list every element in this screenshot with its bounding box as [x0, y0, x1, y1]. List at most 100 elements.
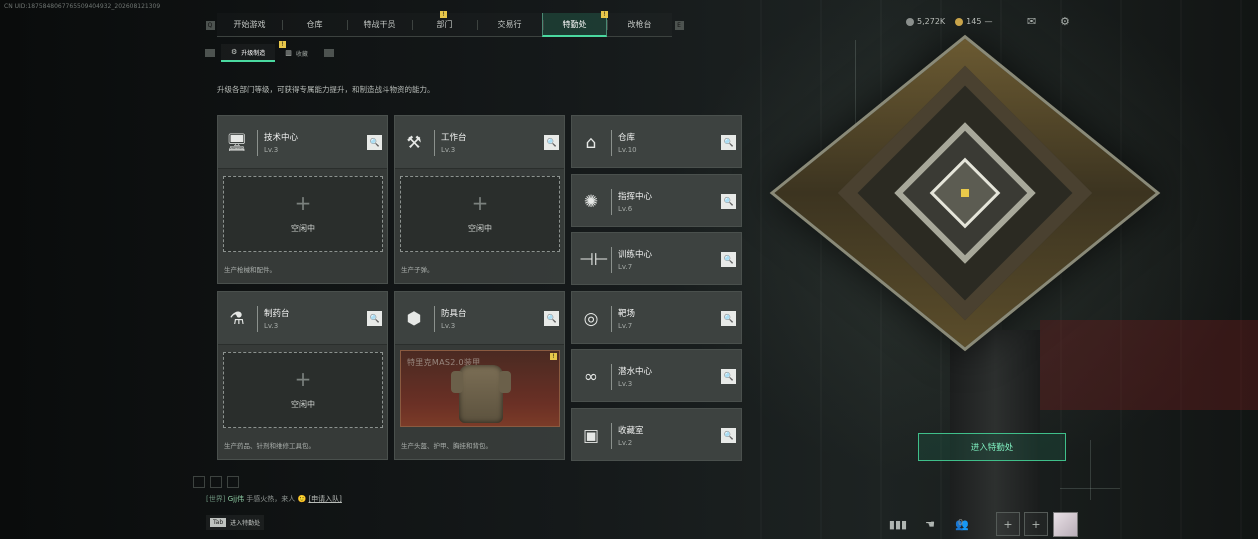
dept-level: Lv.3: [264, 322, 279, 330]
subnav-next-key[interactable]: [323, 49, 334, 57]
special-ops-cube[interactable]: [769, 28, 1161, 358]
dept-card-armor-bench[interactable]: ⬢ 防具台 Lv.3 🔍 特里克MAS2.0装甲 ! 生产头盔、护甲、胸挂和背包…: [394, 291, 565, 460]
nav-prev-key[interactable]: Q: [203, 13, 217, 37]
cube-light: [961, 189, 969, 197]
dept-name: 训练中心: [618, 250, 653, 260]
apply-join-link[interactable]: [申请入队]: [308, 495, 341, 503]
search-icon[interactable]: 🔍: [721, 194, 736, 209]
dept-name: 技术中心: [264, 133, 299, 143]
tab-hint[interactable]: Tab 进入特勤处: [206, 515, 265, 530]
dept-description: 生产头盔、护甲、胸挂和背包。: [401, 442, 492, 450]
search-icon[interactable]: 🔍: [721, 135, 736, 150]
plus-icon: +: [294, 191, 312, 215]
dept-name: 防具台: [441, 309, 467, 319]
tab-key-icon: Tab: [210, 518, 227, 527]
tab-warehouse[interactable]: 仓库: [282, 13, 347, 37]
add-teammate-button[interactable]: +: [1024, 512, 1048, 536]
hud-line: [1090, 440, 1091, 500]
dept-card-tech-center[interactable]: 🖥 技术中心 Lv.3 🔍 + 空闲中 生产枪械和配件。: [217, 115, 388, 284]
dept-card-target-range[interactable]: ◎ 靶场 Lv.7 🔍: [571, 291, 742, 344]
armor-bench-icon: ⬢: [406, 309, 422, 329]
dept-level: Lv.3: [264, 146, 279, 154]
quick-slot[interactable]: [227, 476, 239, 488]
collection-icon: ▥: [285, 49, 292, 57]
dept-card-training-center[interactable]: ⊣⊢ 训练中心 Lv.7 🔍: [571, 232, 742, 285]
card-header: ⚗ 制药台 Lv.3 🔍: [218, 292, 387, 345]
dept-name: 靶场: [618, 309, 636, 319]
chat-channel: [世界]: [206, 495, 226, 503]
slot-status: 空闲中: [468, 224, 492, 233]
dept-card-workbench[interactable]: ⚒ 工作台 Lv.3 🔍 + 空闲中 生产子弹。: [394, 115, 565, 284]
currency-2[interactable]: 145—: [955, 17, 992, 26]
stats-icon[interactable]: ▮▮▮: [886, 512, 910, 536]
dept-name: 制药台: [264, 309, 290, 319]
hud-line: [1060, 488, 1120, 489]
subnav-prev-key[interactable]: [205, 49, 215, 57]
dept-card-command-center[interactable]: ✺ 指挥中心 Lv.6 🔍: [571, 174, 742, 227]
search-icon[interactable]: 🔍: [721, 428, 736, 443]
card-header: 🖥 技术中心 Lv.3 🔍: [218, 116, 387, 169]
craft-slot-empty[interactable]: + 空闲中: [223, 352, 383, 428]
subtab-collection[interactable]: ▥ 收藏: [275, 44, 318, 62]
tab-departments[interactable]: 部门!: [412, 11, 477, 37]
dept-description: 生产药品、针剂和维修工具包。: [224, 442, 315, 450]
subtab-upgrade-craft[interactable]: ⚙ 升级制造 !: [221, 41, 286, 62]
tab-start-game[interactable]: 开始游戏: [217, 13, 282, 37]
diving-center-icon: ∞: [583, 367, 599, 387]
quick-slot[interactable]: [210, 476, 222, 488]
dept-card-warehouse[interactable]: ⌂ 仓库 Lv.10 🔍: [571, 115, 742, 168]
nav-next-key[interactable]: E: [672, 13, 686, 37]
settings-icon[interactable]: ⚙: [1060, 15, 1070, 28]
quick-slot[interactable]: [193, 476, 205, 488]
tab-gunsmith[interactable]: 改枪台: [607, 13, 672, 37]
search-icon[interactable]: 🔍: [721, 369, 736, 384]
currency-1[interactable]: 5,272K: [906, 17, 945, 26]
dept-name: 潜水中心: [618, 367, 653, 377]
card-header: ⚒ 工作台 Lv.3 🔍: [395, 116, 564, 169]
dept-description: 生产枪械和配件。: [224, 266, 276, 274]
uid-text: CN UID:1875848067765509404932_2026081213…: [4, 3, 161, 10]
add-teammate-button[interactable]: +: [996, 512, 1020, 536]
warehouse-icon: ⌂: [585, 133, 597, 153]
search-icon[interactable]: 🔍: [367, 135, 382, 150]
armor-vest-image: [451, 365, 511, 423]
mail-icon[interactable]: ✉: [1027, 15, 1036, 28]
tab-operators[interactable]: 特战干员: [347, 13, 412, 37]
main-nav: Q 开始游戏 仓库 特战干员 部门! 交易行 特勤处! 改枪台 E: [203, 11, 686, 37]
q-key-icon: Q: [205, 20, 215, 30]
search-icon[interactable]: 🔍: [544, 135, 559, 150]
sub-nav: ⚙ 升级制造 ! ▥ 收藏: [203, 41, 340, 62]
dept-card-collection-room[interactable]: ▣ 收藏室 Lv.2 🔍: [571, 408, 742, 461]
friend-count: 0: [958, 518, 964, 527]
dept-description: 生产子弹。: [401, 266, 434, 274]
training-center-icon: ⊣⊢: [579, 250, 609, 270]
search-icon[interactable]: 🔍: [544, 311, 559, 326]
dept-level: Lv.7: [618, 322, 633, 330]
gold-coin-icon: [955, 17, 964, 26]
dept-level: Lv.2: [618, 439, 633, 447]
dept-level: Lv.7: [618, 263, 633, 271]
enter-special-ops-button[interactable]: 进入特勤处: [918, 433, 1066, 461]
dept-card-pharmacy[interactable]: ⚗ 制药台 Lv.3 🔍 + 空闲中 生产药品、针剂和维修工具包。: [217, 291, 388, 460]
card-header: ⬢ 防具台 Lv.3 🔍: [395, 292, 564, 345]
craft-slot-empty[interactable]: + 空闲中: [223, 176, 383, 252]
tab-special-ops[interactable]: 特勤处!: [542, 11, 608, 37]
world-chat-message[interactable]: [世界] Gjj伟 手感火热，来人 🙂 [申请入队]: [206, 494, 342, 504]
craft-slot-armor[interactable]: 特里克MAS2.0装甲 !: [400, 350, 560, 427]
slot-status: 空闲中: [291, 224, 315, 233]
dept-card-diving-center[interactable]: ∞ 潜水中心 Lv.3 🔍: [571, 349, 742, 402]
dept-name: 仓库: [618, 133, 636, 143]
player-avatar[interactable]: [1053, 512, 1078, 537]
tab-trading[interactable]: 交易行: [477, 13, 542, 37]
target-range-icon: ◎: [583, 309, 599, 329]
resource-bar: 5,272K 145—: [906, 17, 992, 26]
search-icon[interactable]: 🔍: [721, 252, 736, 267]
dept-level: Lv.3: [618, 380, 633, 388]
plus-icon: +: [294, 367, 312, 391]
search-icon[interactable]: 🔍: [721, 311, 736, 326]
plus-icon: +: [471, 191, 489, 215]
gesture-icon[interactable]: ☚: [918, 512, 942, 536]
chat-sender[interactable]: Gjj伟: [228, 495, 244, 503]
search-icon[interactable]: 🔍: [367, 311, 382, 326]
craft-slot-empty[interactable]: + 空闲中: [400, 176, 560, 252]
